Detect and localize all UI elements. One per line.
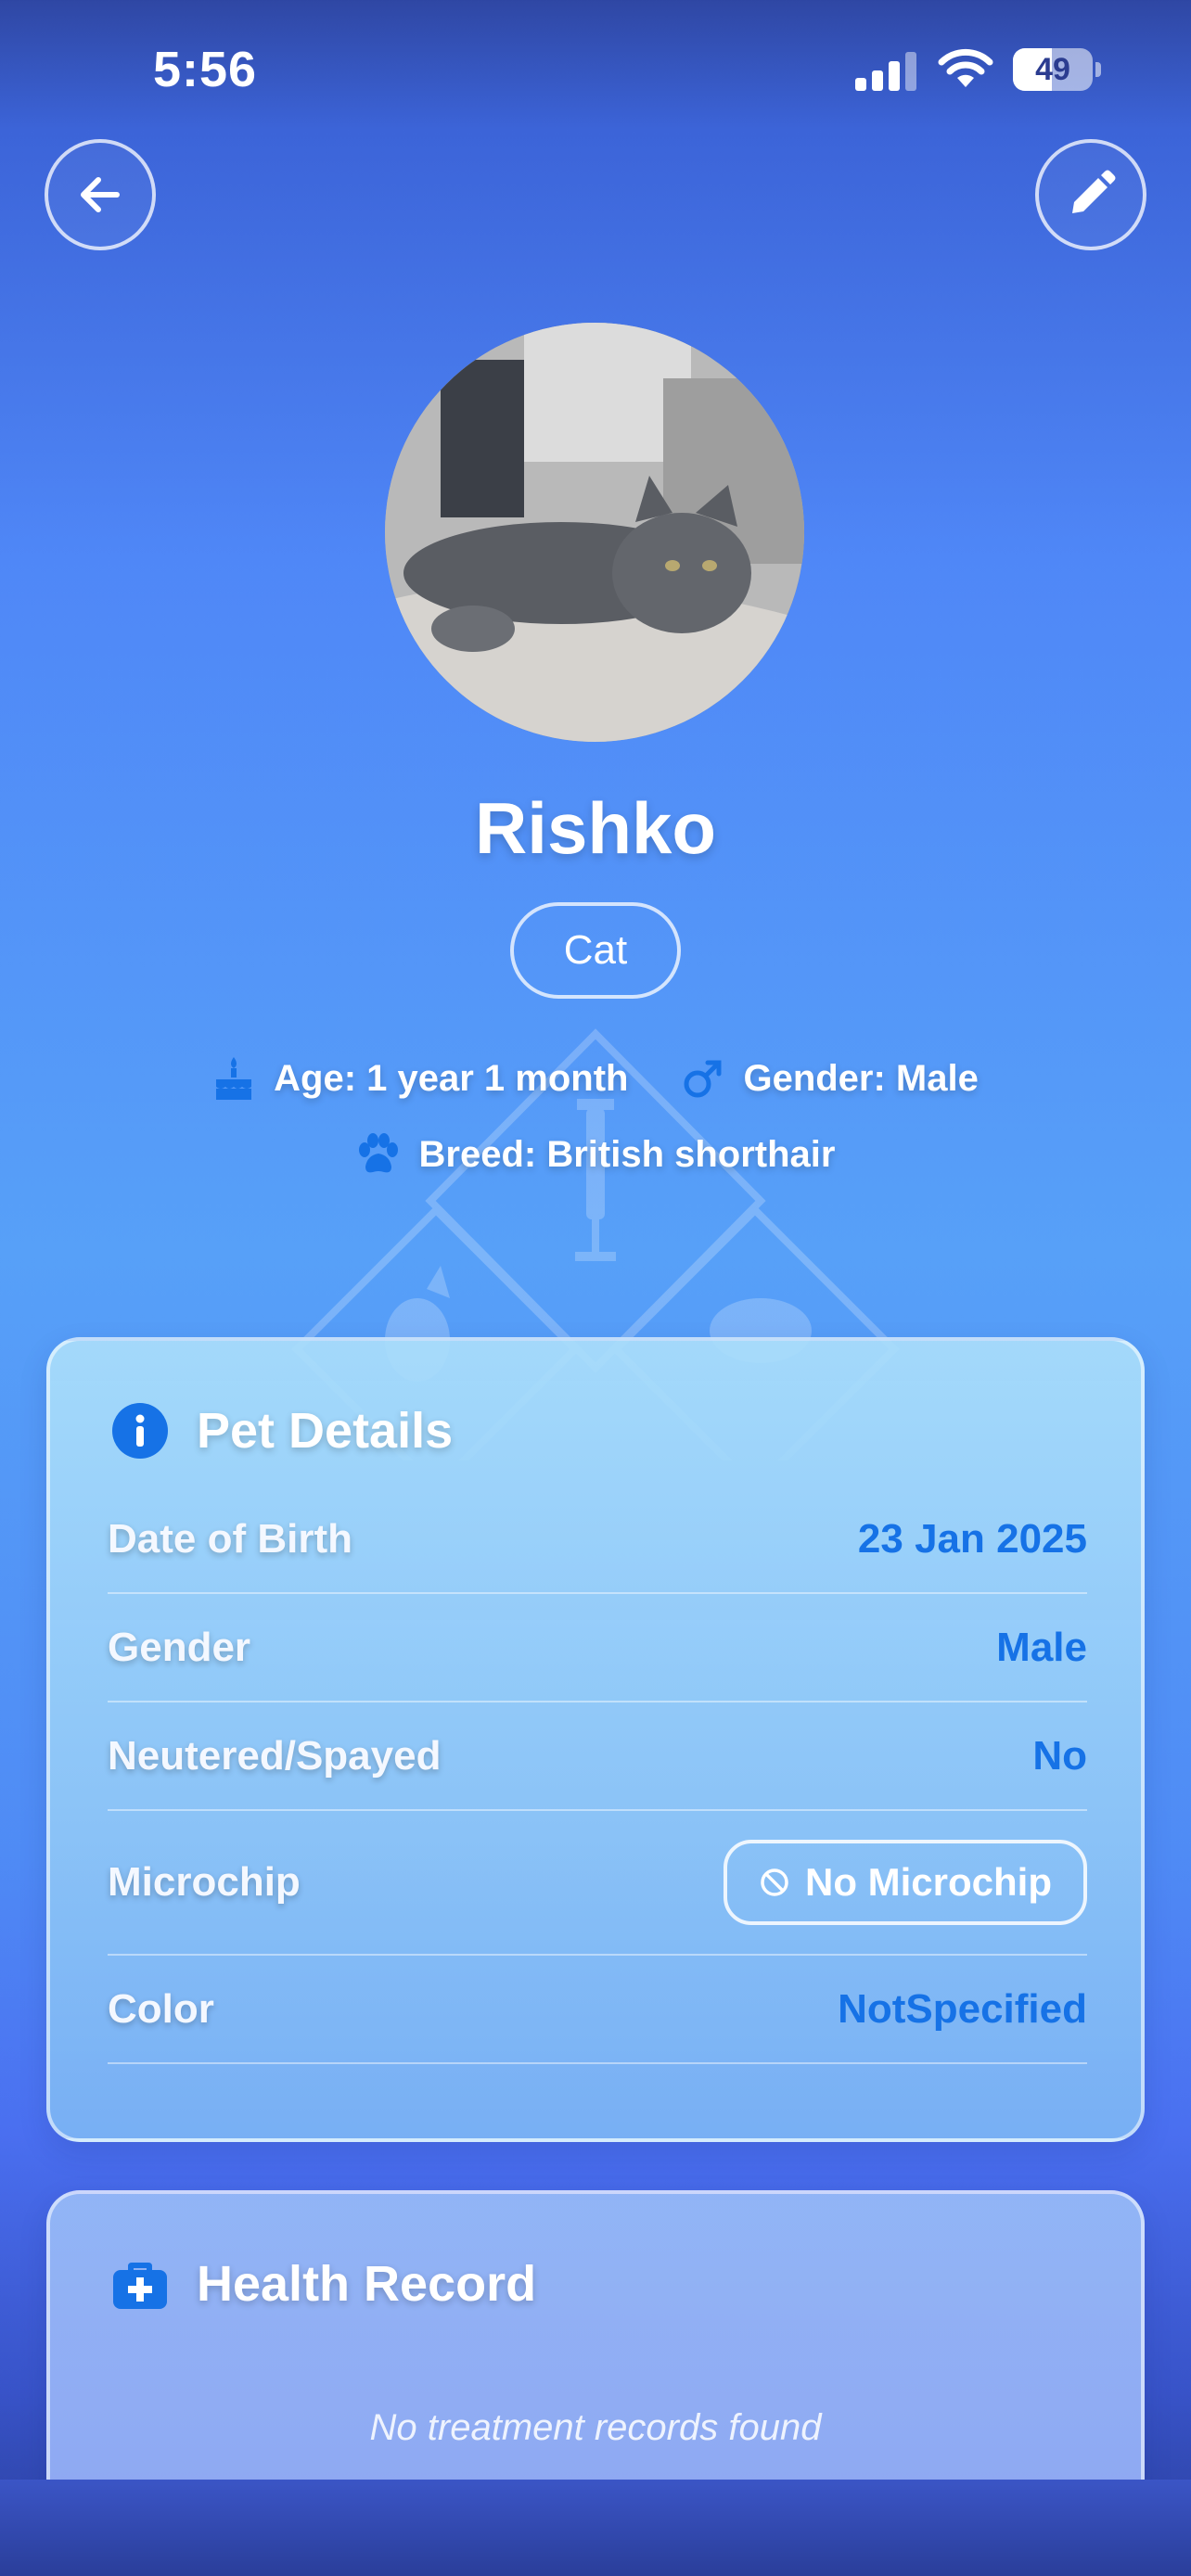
detail-row-color: Color NotSpecified (108, 1956, 1087, 2064)
gender-text: Gender: Male (743, 1057, 979, 1099)
detail-label: Date of Birth (108, 1515, 352, 1562)
breed-info: Breed: British shorthair (356, 1133, 836, 1176)
back-button[interactable] (45, 139, 156, 250)
detail-label: Gender (108, 1624, 251, 1670)
detail-value: 23 Jan 2025 (857, 1515, 1087, 1562)
empty-records-message: No treatment records found (369, 2407, 822, 2448)
detail-value: No (1032, 1732, 1087, 1779)
gender-info: Gender: Male (682, 1057, 979, 1100)
status-bar: 5:56 49 (0, 0, 1191, 139)
paw-print-icon (358, 1133, 398, 1173)
detail-label: Microchip (108, 1859, 301, 1905)
medical-kit-icon (113, 2263, 167, 2309)
battery-icon: 49 (1013, 48, 1102, 91)
species-badge: Cat (510, 902, 681, 999)
detail-row-date-of-birth: Date of Birth 23 Jan 2025 (108, 1486, 1087, 1594)
detail-row-microchip: Microchip No Microchip (108, 1811, 1087, 1956)
pet-name: Rishko (474, 787, 717, 869)
bottom-bar (0, 2480, 1191, 2576)
detail-row-gender: Gender Male (108, 1594, 1087, 1702)
detail-label: Color (108, 1985, 214, 2032)
birthday-cake-icon (216, 1057, 252, 1100)
status-time: 5:56 (153, 42, 258, 97)
microchip-status-badge: No Microchip (723, 1840, 1087, 1925)
age-info: Age: 1 year 1 month (212, 1055, 628, 1102)
arrow-left-icon (81, 177, 120, 212)
pet-photo (385, 323, 804, 742)
microchip-status-text: No Microchip (804, 1860, 1052, 1904)
age-text: Age: 1 year 1 month (274, 1057, 629, 1099)
pet-details-header: Pet Details (111, 1402, 453, 1460)
detail-value: NotSpecified (838, 1985, 1087, 2032)
health-record-header: Health Record (111, 2255, 536, 2313)
wifi-icon (938, 48, 993, 87)
male-symbol-icon (684, 1060, 722, 1098)
health-record-title: Health Record (197, 2256, 537, 2312)
battery-level: 49 (1035, 52, 1070, 87)
pet-details-card: Pet Details Date of Birth 23 Jan 2025 Ge… (46, 1337, 1145, 2142)
pet-details-title: Pet Details (197, 1403, 454, 1459)
detail-row-neutered: Neutered/Spayed No (108, 1702, 1087, 1811)
prohibited-icon (761, 1868, 788, 1896)
pencil-icon (1072, 170, 1116, 213)
detail-label: Neutered/Spayed (108, 1732, 442, 1779)
info-icon (112, 1403, 168, 1459)
edit-button[interactable] (1035, 139, 1146, 250)
pet-meta-row: Age: 1 year 1 month Gender: Male (0, 1055, 1191, 1102)
cellular-signal-icon (855, 52, 916, 91)
pet-breed-row: Breed: British shorthair (0, 1133, 1191, 1176)
breed-text: Breed: British shorthair (418, 1133, 836, 1175)
detail-value: Male (996, 1624, 1087, 1670)
